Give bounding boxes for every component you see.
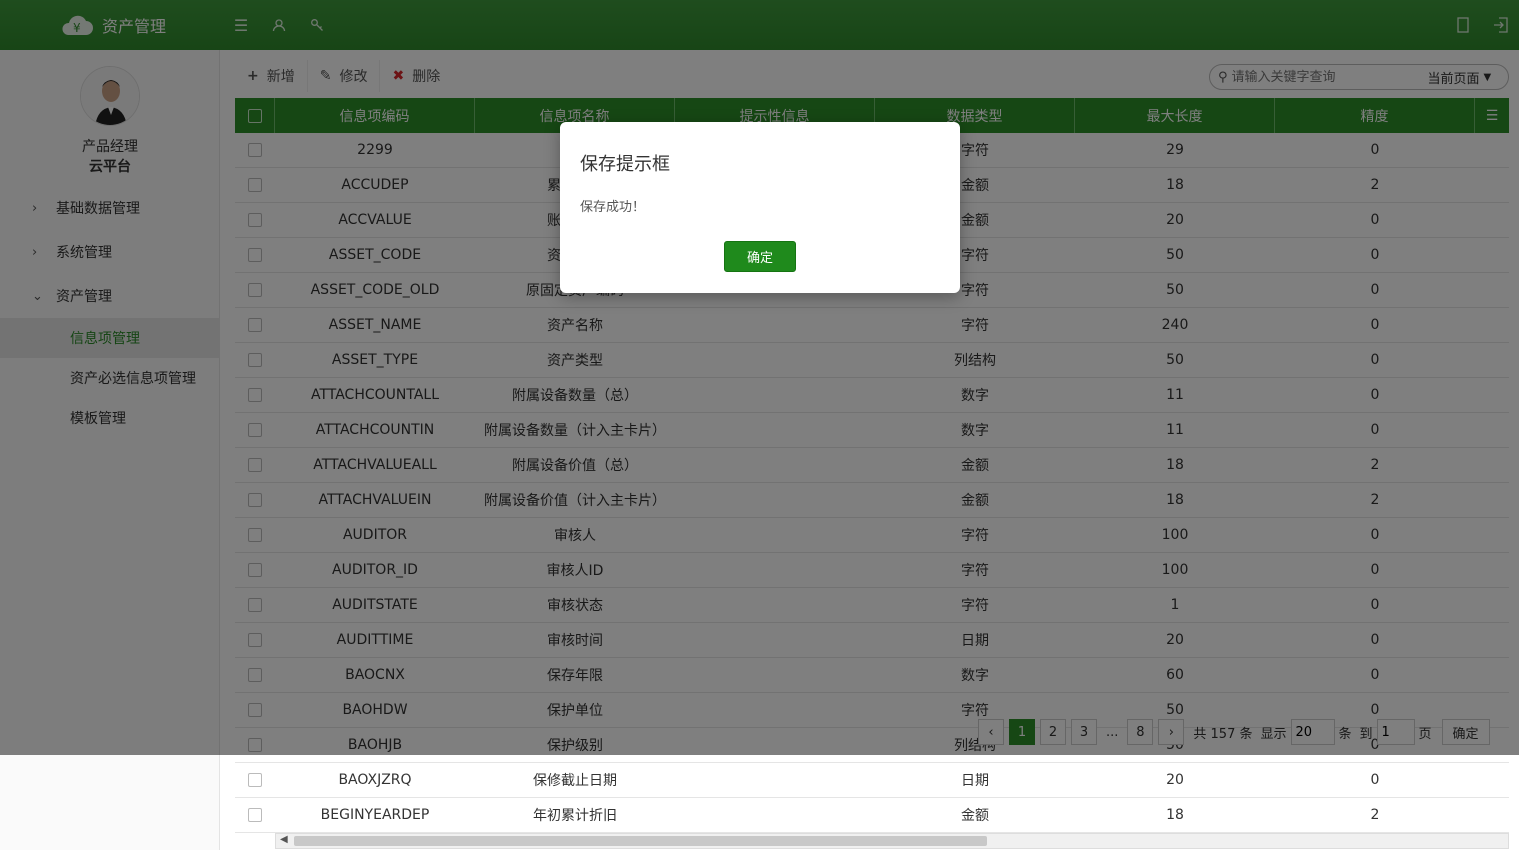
save-dialog: 保存提示框 保存成功！ 确定 xyxy=(560,122,960,293)
cell-code: BAOXJZRQ xyxy=(338,772,412,788)
cell-name: 年初累计折旧 xyxy=(533,808,617,824)
cell-max-length: 18 xyxy=(1166,807,1184,823)
dialog-title: 保存提示框 xyxy=(580,154,670,175)
dialog-ok-button[interactable]: 确定 xyxy=(724,241,796,272)
cell-name: 保修截止日期 xyxy=(533,773,617,789)
modal-overlay xyxy=(0,0,1519,755)
dialog-message: 保存成功！ xyxy=(580,200,646,215)
scroll-left-icon[interactable]: ◀ xyxy=(280,834,288,845)
cell-code: BEGINYEARDEP xyxy=(320,807,430,823)
cell-precision: 2 xyxy=(1370,807,1380,823)
cell-precision: 0 xyxy=(1370,772,1380,788)
cell-type: 金额 xyxy=(961,808,989,824)
cell-hint xyxy=(675,798,875,832)
cell-max-length: 20 xyxy=(1166,772,1184,788)
table-row[interactable]: BEGINYEARDEP 年初累计折旧 金额 18 2 xyxy=(235,798,1509,833)
cell-hint xyxy=(675,763,875,797)
scrollbar-thumb[interactable] xyxy=(294,836,987,846)
horizontal-scrollbar[interactable]: ◀ xyxy=(275,833,1509,849)
table-row[interactable]: BAOXJZRQ 保修截止日期 日期 20 0 xyxy=(235,763,1509,798)
row-checkbox[interactable] xyxy=(235,763,275,797)
row-checkbox[interactable] xyxy=(235,798,275,832)
cell-type: 日期 xyxy=(961,773,989,789)
